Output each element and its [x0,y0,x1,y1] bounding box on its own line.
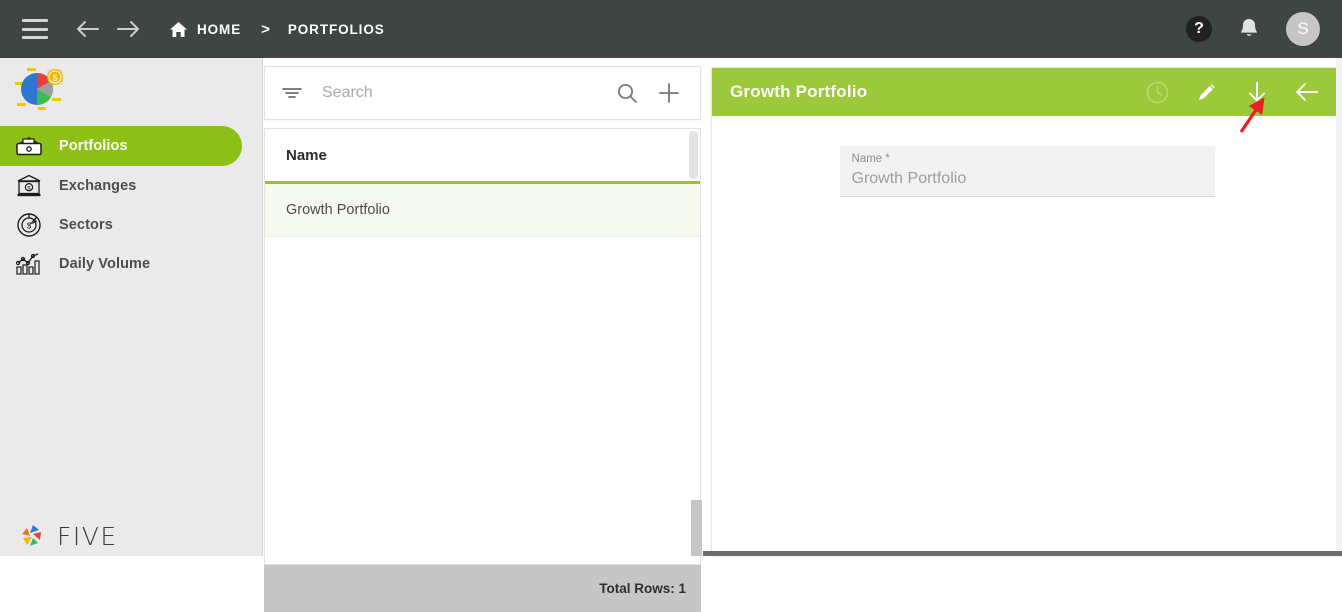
sidebar-item-daily-volume[interactable]: Daily Volume [0,244,262,283]
sidebar-item-label: Exchanges [59,177,137,194]
pencil-edit-icon[interactable] [1194,79,1220,105]
detail-panel: Growth Portfolio Name * Growth Portfolio [711,67,1342,556]
grid-scrollbar-thumb[interactable] [689,131,698,179]
sidebar-item-exchanges[interactable]: $ Exchanges [0,166,262,205]
page-scrollbar-vertical[interactable] [1336,58,1342,556]
page-scrollbar-horizontal[interactable] [703,551,1342,556]
magnifier-icon[interactable] [616,82,638,104]
hamburger-bar [22,36,48,39]
pie-chart-dollar-icon: $ [14,212,44,238]
bell-icon[interactable] [1238,17,1260,41]
cell-name: Growth Portfolio [286,202,390,218]
filter-icon[interactable] [281,85,303,101]
total-rows-label: Total Rows: 1 [599,581,686,596]
wallet-icon [14,133,44,159]
search-input[interactable] [320,83,616,103]
breadcrumb: HOME > PORTFOLIOS [168,19,385,39]
breadcrumb-item-portfolios[interactable]: PORTFOLIOS [288,22,385,37]
breadcrumb-separator: > [261,20,270,38]
history-clock-icon[interactable] [1144,79,1170,105]
hamburger-menu-icon[interactable] [22,19,48,39]
bank-icon: $ [14,173,44,199]
column-header-name[interactable]: Name [286,147,327,164]
grid-header-row: Name [265,129,700,184]
name-field[interactable]: Name * Growth Portfolio [839,146,1215,197]
search-bar [264,66,701,120]
top-navigation-bar: HOME > PORTFOLIOS ? S [0,0,1342,58]
five-star-logo-icon [22,525,41,546]
sidebar-nav: Portfolios $ Exchanges $ Sectors Daily V… [0,126,262,283]
detail-panel-body: Name * Growth Portfolio [712,116,1342,197]
question-mark-circle-icon[interactable]: ? [1186,16,1212,42]
page-title: Growth Portfolio [730,82,868,101]
sidebar-item-label: Daily Volume [59,255,151,272]
svg-text:$: $ [27,186,31,192]
hamburger-bar [22,27,48,31]
sidebar-item-label: Sectors [59,216,113,233]
arrow-right-icon[interactable] [114,14,144,44]
arrow-down-icon[interactable] [1244,79,1270,105]
list-panel: Name Growth Portfolio Total Rows: 1 [264,58,701,612]
detail-panel-actions [1144,79,1320,105]
sidebar-item-portfolios[interactable]: Portfolios [0,126,242,166]
panel-gap [701,58,711,556]
svg-text:$: $ [52,73,57,83]
grid-footer: Total Rows: 1 [264,565,701,612]
breadcrumb-item-home[interactable]: HOME [197,22,241,37]
topbar-actions: ? S [1186,0,1324,58]
pie-chart-coin-logo-icon: $ [15,68,63,110]
panel-gap-footer [691,500,702,556]
table-row[interactable]: Growth Portfolio [265,184,700,237]
hamburger-bar [22,19,48,22]
avatar[interactable]: S [1286,12,1320,46]
sidebar-item-label: Portfolios [59,138,128,154]
name-field-label: Name * [851,153,890,165]
bar-chart-trend-icon [14,251,44,277]
data-grid: Name Growth Portfolio [264,128,701,565]
arrow-left-icon[interactable] [72,14,102,44]
arrow-left-back-icon[interactable] [1294,79,1320,105]
svg-text:$: $ [27,221,32,230]
sidebar-item-sectors[interactable]: $ Sectors [0,205,262,244]
app-logo: $ [0,58,262,120]
name-field-value: Growth Portfolio [851,170,967,187]
sidebar: $ Portfolios $ Exchanges $ Sectors Daily… [0,58,263,556]
application-window: HOME > PORTFOLIOS ? S $ Portfolios $ Exc… [0,0,1342,612]
plus-icon[interactable] [658,82,680,104]
home-icon[interactable] [168,19,188,39]
brand-footer: FIVE [18,521,118,551]
detail-panel-header: Growth Portfolio [712,68,1342,116]
brand-name: FIVE [57,521,118,551]
